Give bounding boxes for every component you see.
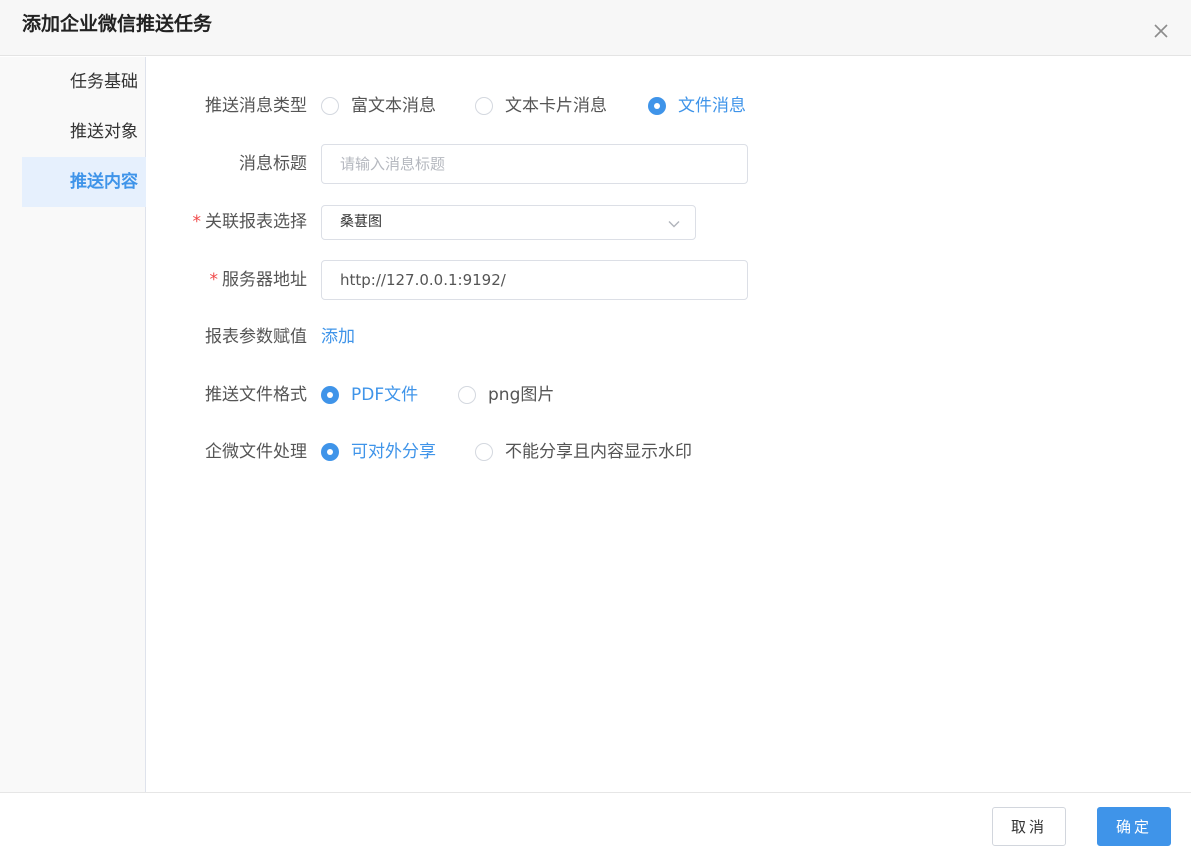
report-select-value: 桑葚图 — [340, 214, 382, 230]
radio-label: 文本卡片消息 — [505, 96, 607, 116]
file-format-label: 推送文件格式 — [205, 385, 307, 405]
sidebar-item-push-target[interactable]: 推送对象 — [22, 107, 146, 157]
radio-circle-checked[interactable] — [321, 386, 339, 404]
radio-circle-checked[interactable] — [648, 97, 666, 115]
sidebar-item-push-content[interactable]: 推送内容 — [22, 157, 146, 207]
dialog-footer: 取消 确定 — [0, 792, 1191, 865]
dialog-header: 添加企业微信推送任务 — [0, 0, 1191, 56]
radio-label: 富文本消息 — [351, 96, 436, 116]
report-params-label: 报表参数赋值 — [205, 327, 307, 347]
radio-label: 可对外分享 — [351, 442, 436, 462]
file-handling-label: 企微文件处理 — [205, 442, 307, 462]
server-address-input[interactable] — [321, 260, 748, 300]
report-select-label-text: 关联报表选择 — [205, 212, 307, 232]
radio-label: 文件消息 — [678, 96, 746, 116]
form-content: 推送消息类型 富文本消息 文本卡片消息 文件消息 消息标题 *关联报表选择 桑葚… — [147, 57, 1191, 792]
radio-circle[interactable] — [321, 97, 339, 115]
radio-label: PDF文件 — [351, 385, 419, 405]
radio-circle-checked[interactable] — [321, 443, 339, 461]
close-icon[interactable] — [1150, 20, 1172, 42]
report-select[interactable]: 桑葚图 — [321, 205, 696, 240]
server-address-row: * 服务器地址 — [147, 260, 1191, 300]
message-title-label: 消息标题 — [239, 154, 307, 174]
sidebar-item-task-basic[interactable]: 任务基础 — [22, 57, 146, 107]
radio-label: png图片 — [488, 385, 555, 405]
file-format-row: 推送文件格式 PDF文件 png图片 — [147, 375, 1191, 415]
server-address-label: * 服务器地址 — [210, 260, 308, 300]
report-select-row: * 关联报表选择 桑葚图 — [147, 205, 1191, 245]
add-param-link[interactable]: 添加 — [321, 317, 355, 357]
message-type-row: 推送消息类型 富文本消息 文本卡片消息 文件消息 — [147, 86, 1191, 126]
file-handling-row: 企微文件处理 可对外分享 不能分享且内容显示水印 — [147, 432, 1191, 472]
cancel-button[interactable]: 取消 — [992, 807, 1066, 846]
radio-circle[interactable] — [475, 443, 493, 461]
chevron-down-icon — [667, 216, 681, 230]
step-sidebar: 任务基础 推送对象 推送内容 — [0, 57, 146, 792]
report-params-row: 报表参数赋值 添加 — [147, 317, 1191, 357]
message-type-label: 推送消息类型 — [205, 96, 307, 116]
dialog-title: 添加企业微信推送任务 — [22, 13, 213, 35]
message-title-row: 消息标题 — [147, 144, 1191, 184]
required-mark: * — [209, 270, 219, 290]
radio-label: 不能分享且内容显示水印 — [505, 442, 692, 462]
radio-circle[interactable] — [458, 386, 476, 404]
required-mark: * — [192, 212, 202, 232]
server-address-label-text: 服务器地址 — [222, 270, 307, 290]
confirm-button[interactable]: 确定 — [1097, 807, 1171, 846]
message-title-input[interactable] — [321, 144, 748, 184]
report-select-label: * 关联报表选择 — [193, 205, 308, 240]
radio-circle[interactable] — [475, 97, 493, 115]
